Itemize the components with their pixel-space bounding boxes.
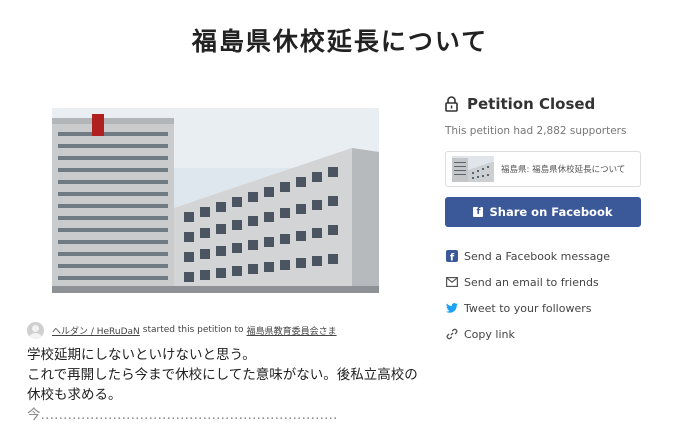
tweet-link[interactable]: Tweet to your followers xyxy=(445,295,641,321)
copy-link[interactable]: Copy link xyxy=(445,321,641,347)
messenger-icon: f xyxy=(445,250,458,263)
petition-starter: ヘルダン / HeRuDaN started this petition to … xyxy=(27,320,337,340)
starter-name-link[interactable]: ヘルダン / HeRuDaN xyxy=(52,324,140,337)
facebook-icon: f xyxy=(473,207,484,217)
page-title: 福島県休校延長について xyxy=(191,27,489,56)
petition-status: Petition Closed xyxy=(445,92,641,116)
share-on-facebook-button[interactable]: f Share on Facebook xyxy=(445,197,641,227)
copy-link-label: Copy link xyxy=(464,327,515,341)
share-links: f Send a Facebook message Send an email … xyxy=(445,243,641,347)
email-icon xyxy=(445,276,458,289)
petition-image xyxy=(52,108,379,293)
send-email-label: Send an email to friends xyxy=(464,275,599,289)
share-preview-thumbnail xyxy=(452,156,494,182)
share-on-facebook-label: Share on Facebook xyxy=(489,205,613,219)
avatar[interactable] xyxy=(27,321,44,339)
supporters-count: This petition had 2,882 supporters xyxy=(445,125,627,137)
petition-target-link[interactable]: 福島県教育委員会さま xyxy=(247,324,337,337)
petition-description: 学校延期にしないといけないと思う。 これで再開したら今まで休校にしてた意味がない… xyxy=(27,345,422,425)
description-line: 今………………………………………………………… xyxy=(27,407,338,423)
svg-text:f: f xyxy=(449,253,454,263)
send-facebook-message-label: Send a Facebook message xyxy=(464,249,611,263)
lock-icon xyxy=(445,96,458,112)
description-line: 学校延期にしないといけないと思う。 xyxy=(27,347,256,363)
share-preview-card[interactable]: 福島県: 福島県休校延長について xyxy=(445,151,641,187)
petition-sidebar: Petition Closed This petition had 2,882 … xyxy=(445,92,641,347)
description-line: これで再開したら今まで休校にしてた意味がない。後私立高校の xyxy=(27,367,418,383)
link-icon xyxy=(445,328,458,341)
share-preview-title: 福島県: 福島県休校延長について xyxy=(501,165,626,175)
description-line: 休校も求める。 xyxy=(27,387,122,403)
twitter-icon xyxy=(445,302,458,315)
starter-action-text: started this petition to xyxy=(142,325,244,335)
send-email-link[interactable]: Send an email to friends xyxy=(445,269,641,295)
send-facebook-message-link[interactable]: f Send a Facebook message xyxy=(445,243,641,269)
tweet-label: Tweet to your followers xyxy=(464,301,592,315)
petition-status-label: Petition Closed xyxy=(467,95,596,113)
